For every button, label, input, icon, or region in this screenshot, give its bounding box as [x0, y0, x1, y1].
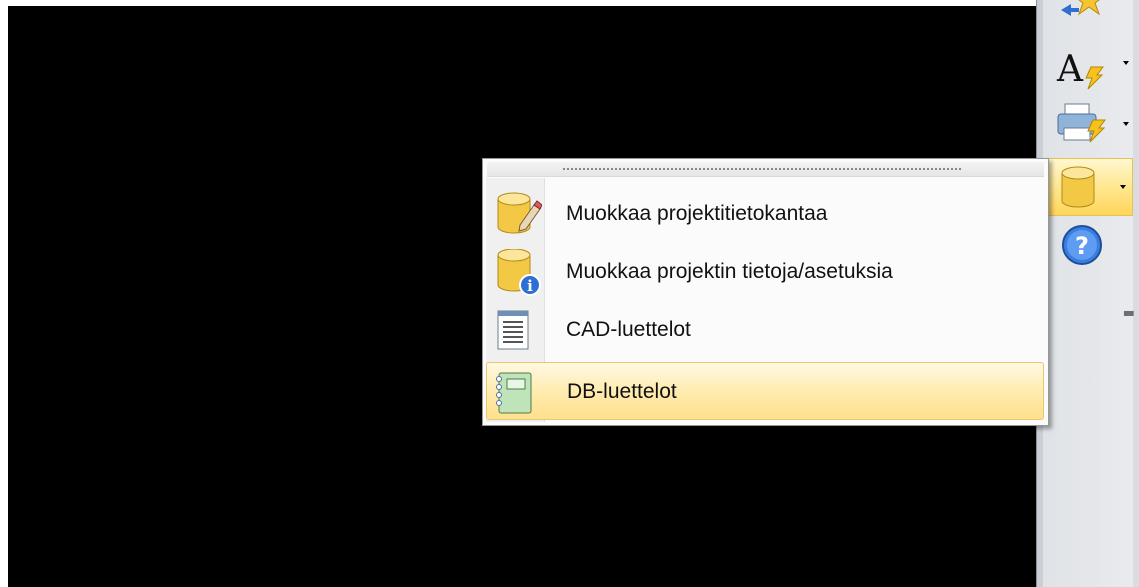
database-menu-button[interactable]	[1043, 158, 1133, 216]
text-lightning-icon: A	[1056, 49, 1104, 90]
toolbar-resize-grip[interactable]: ▪▪	[1123, 308, 1134, 319]
right-toolbar: A ? ▪▪	[1036, 0, 1139, 587]
menu-item-db-lists[interactable]: DB-luettelot	[486, 362, 1044, 420]
menu-drag-handle[interactable]	[487, 162, 1044, 177]
print-button[interactable]	[1043, 98, 1133, 148]
toolbar-panel: A ?	[1043, 0, 1133, 587]
menu-item-edit-project-database[interactable]: Muokkaa projektitietokantaa	[486, 185, 1044, 243]
database-edit-icon	[497, 192, 542, 234]
menu-item-label: DB-luettelot	[567, 380, 677, 403]
menu-item-label: Muokkaa projektin tietoja/asetuksia	[566, 260, 893, 283]
menu-item-edit-project-settings[interactable]: i Muokkaa projektin tietoja/asetuksia	[486, 243, 1044, 301]
notebook-list-icon	[496, 372, 532, 414]
svg-text:A: A	[1056, 49, 1084, 90]
help-button[interactable]: ?	[1043, 224, 1133, 274]
printer-lightning-icon	[1057, 103, 1106, 143]
database-info-icon: i	[497, 249, 541, 296]
database-icon	[1061, 166, 1095, 208]
menu-item-label: Muokkaa projektitietokantaa	[566, 202, 828, 225]
svg-text:?: ?	[1075, 232, 1089, 260]
star-arrow-icon	[1061, 0, 1101, 16]
menu-item-cad-lists[interactable]: CAD-luettelot	[486, 301, 1044, 359]
star-arrow-button[interactable]	[1043, 0, 1133, 28]
text-tool-button[interactable]: A	[1043, 45, 1133, 95]
svg-text:i: i	[527, 277, 533, 295]
help-icon: ?	[1062, 225, 1102, 265]
database-dropdown-menu: Muokkaa projektitietokantaa i Muokkaa pr…	[482, 158, 1049, 426]
menu-item-label: CAD-luettelot	[566, 318, 691, 341]
text-tool-dropdown-caret[interactable]	[1123, 61, 1129, 65]
database-dropdown-caret[interactable]	[1120, 185, 1126, 189]
list-document-icon	[497, 310, 529, 350]
print-dropdown-caret[interactable]	[1123, 122, 1129, 126]
